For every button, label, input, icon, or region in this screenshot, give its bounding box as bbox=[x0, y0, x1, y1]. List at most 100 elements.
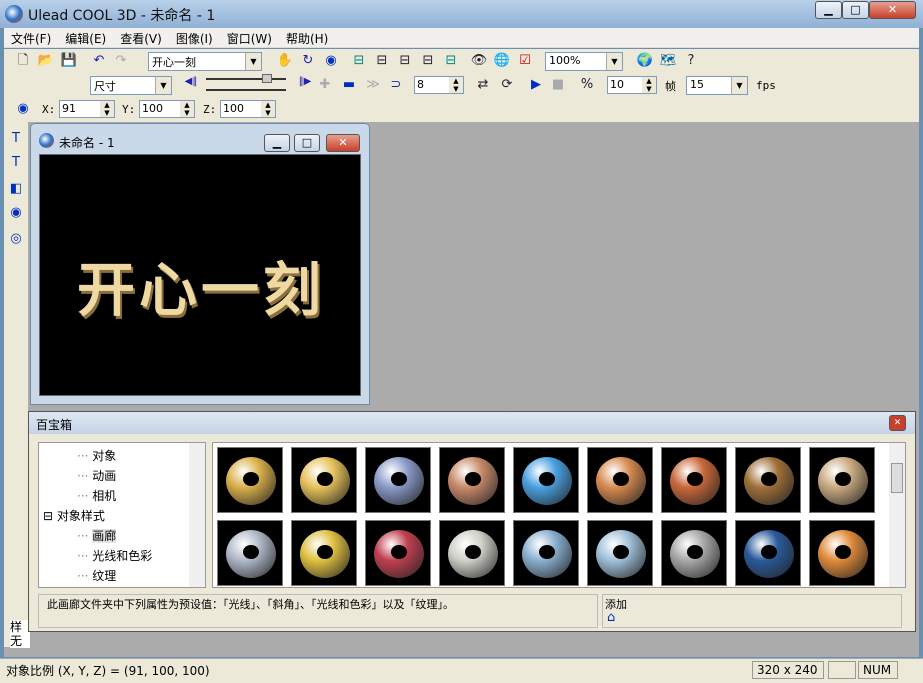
time-slider[interactable] bbox=[206, 78, 286, 80]
3d-title-text[interactable]: 开心一刻 bbox=[40, 243, 362, 327]
doc-close-button[interactable]: ✕ bbox=[326, 134, 360, 152]
frame-input[interactable]: 8 ▲ ▼ bbox=[414, 76, 464, 94]
doc-maximize-button[interactable]: □ bbox=[294, 134, 320, 152]
reverse-keyframe-icon[interactable]: ≫ bbox=[364, 76, 382, 94]
hand-pan-icon[interactable]: ✋ bbox=[276, 52, 294, 70]
redo-icon[interactable]: ↷ bbox=[112, 52, 130, 70]
fps-combo[interactable]: 15 ▼ bbox=[686, 76, 748, 95]
tree-item[interactable]: ··· 对象 bbox=[77, 447, 116, 464]
spinner-icon[interactable]: ▲ ▼ bbox=[642, 77, 656, 93]
repeat-icon[interactable]: ⟳ bbox=[498, 76, 516, 94]
front-view-icon[interactable]: ⊟ bbox=[350, 52, 368, 70]
doc-minimize-button[interactable]: ▁ bbox=[264, 134, 290, 152]
add-keyframe-icon[interactable]: ✚ bbox=[316, 76, 334, 94]
insert-text-icon[interactable]: T bbox=[7, 130, 25, 148]
smooth-path-icon[interactable]: % bbox=[578, 76, 596, 94]
menu-window[interactable]: 窗口(W) bbox=[220, 28, 279, 49]
spinner-icon[interactable]: ▲ ▼ bbox=[449, 77, 463, 93]
tree-item[interactable]: ··· 动画 bbox=[77, 467, 116, 484]
tree-item[interactable]: ··· 画廊 bbox=[77, 527, 117, 544]
chevron-down-icon[interactable]: ▼ bbox=[606, 53, 622, 70]
save-icon[interactable]: 💾 bbox=[60, 52, 78, 70]
preview-eye-icon[interactable]: 👁 bbox=[470, 52, 488, 70]
chevron-down-icon[interactable]: ▼ bbox=[731, 77, 747, 94]
preview-canvas[interactable]: 开心一刻 bbox=[39, 154, 361, 396]
panel-close-button[interactable]: ✕ bbox=[889, 415, 906, 431]
object-manager-icon[interactable]: ◎ bbox=[7, 230, 25, 248]
style-thumbnail[interactable] bbox=[661, 520, 727, 586]
tree-item[interactable]: ··· 纹理 bbox=[77, 567, 116, 584]
text-object-combo[interactable]: 开心一刻 ▼ bbox=[148, 52, 262, 71]
spinner-icon[interactable]: ▲ ▼ bbox=[261, 101, 275, 117]
remove-keyframe-icon[interactable]: ▬ bbox=[340, 76, 358, 94]
object-scale-icon[interactable]: ◉ bbox=[14, 100, 32, 118]
stop-icon[interactable]: ■ bbox=[549, 76, 567, 94]
side-view-icon[interactable]: ⊟ bbox=[396, 52, 414, 70]
style-thumbnail[interactable] bbox=[365, 447, 431, 513]
web-export-icon[interactable]: 🌍 bbox=[636, 52, 654, 70]
undo-icon[interactable]: ↶ bbox=[90, 52, 108, 70]
style-thumbnail[interactable] bbox=[809, 447, 875, 513]
collapse-icon[interactable]: ⊟ bbox=[43, 509, 57, 523]
menu-help[interactable]: 帮助(H) bbox=[279, 28, 335, 49]
edit-text-icon[interactable]: T bbox=[7, 154, 25, 172]
style-thumbnail[interactable] bbox=[735, 447, 801, 513]
bottom-view-icon[interactable]: ⊟ bbox=[419, 52, 437, 70]
style-thumbnail[interactable] bbox=[735, 520, 801, 586]
scale-icon[interactable]: ◉ bbox=[322, 52, 340, 70]
next-keyframe-icon[interactable]: ‖▶ bbox=[296, 73, 314, 91]
x-input[interactable]: 91 ▲ ▼ bbox=[59, 100, 115, 118]
quality-check-icon[interactable]: ☑ bbox=[516, 52, 534, 70]
zoom-combo[interactable]: 100% ▼ bbox=[545, 52, 623, 71]
pingpong-icon[interactable]: ⇄ bbox=[474, 76, 492, 94]
previous-keyframe-icon[interactable]: ◀‖ bbox=[182, 73, 200, 91]
minimize-button[interactable]: ▁ bbox=[815, 1, 842, 19]
tree-item[interactable]: ··· 光线和色彩 bbox=[77, 547, 152, 564]
top-view-icon[interactable]: ⊟ bbox=[373, 52, 391, 70]
rotate-icon[interactable]: ↻ bbox=[299, 52, 317, 70]
style-thumbnail[interactable] bbox=[217, 520, 283, 586]
time-slider-thumb[interactable] bbox=[262, 74, 272, 83]
insert-shape-icon[interactable]: ◧ bbox=[7, 180, 25, 198]
style-thumbnail[interactable] bbox=[291, 447, 357, 513]
style-thumbnail[interactable] bbox=[587, 520, 653, 586]
new-file-icon[interactable]: 🗋 bbox=[14, 52, 32, 70]
web-page-icon[interactable]: 🗺 bbox=[659, 52, 677, 70]
menu-edit[interactable]: 编辑(E) bbox=[58, 28, 113, 49]
globe-icon[interactable]: 🌐 bbox=[493, 52, 511, 70]
style-thumbnail[interactable] bbox=[513, 447, 579, 513]
chevron-down-icon[interactable]: ▼ bbox=[245, 53, 261, 70]
style-thumbnail[interactable] bbox=[661, 447, 727, 513]
gallery-scrollbar[interactable] bbox=[889, 443, 905, 587]
loop-icon[interactable]: ⊃ bbox=[387, 76, 405, 94]
close-button[interactable]: ✕ bbox=[869, 1, 916, 19]
back-view-icon[interactable]: ⊟ bbox=[442, 52, 460, 70]
style-thumbnail[interactable] bbox=[439, 520, 505, 586]
style-thumbnail[interactable] bbox=[291, 520, 357, 586]
left-panel-tab[interactable]: 样无 bbox=[10, 620, 30, 648]
z-input[interactable]: 100 ▲ ▼ bbox=[220, 100, 276, 118]
maximize-button[interactable]: □ bbox=[842, 1, 869, 19]
menu-view[interactable]: 查看(V) bbox=[113, 28, 169, 49]
tree-scrollbar[interactable] bbox=[189, 443, 205, 587]
tree-item[interactable]: ⊟ 对象样式 bbox=[43, 507, 105, 524]
style-thumbnail[interactable] bbox=[809, 520, 875, 586]
attribute-combo[interactable]: 尺寸 ▼ bbox=[90, 76, 172, 95]
menu-file[interactable]: 文件(F) bbox=[4, 28, 58, 49]
keyframe-range-slider[interactable] bbox=[206, 89, 286, 91]
add-to-gallery-icon[interactable]: ⌂ bbox=[607, 610, 615, 625]
scroll-thumb[interactable] bbox=[891, 463, 903, 493]
style-thumbnail[interactable] bbox=[439, 447, 505, 513]
frames-count-input[interactable]: 10 ▲ ▼ bbox=[607, 76, 657, 94]
select-object-icon[interactable]: ◉ bbox=[7, 204, 25, 222]
style-thumbnail[interactable] bbox=[513, 520, 579, 586]
y-input[interactable]: 100 ▲ ▼ bbox=[139, 100, 195, 118]
menu-image[interactable]: 图像(I) bbox=[169, 28, 220, 49]
spinner-icon[interactable]: ▲ ▼ bbox=[180, 101, 194, 117]
chevron-down-icon[interactable]: ▼ bbox=[155, 77, 171, 94]
style-thumbnail[interactable] bbox=[587, 447, 653, 513]
style-thumbnail[interactable] bbox=[365, 520, 431, 586]
play-icon[interactable]: ▶ bbox=[527, 76, 545, 94]
tree-item[interactable]: ··· 相机 bbox=[77, 487, 116, 504]
style-thumbnail[interactable] bbox=[217, 447, 283, 513]
